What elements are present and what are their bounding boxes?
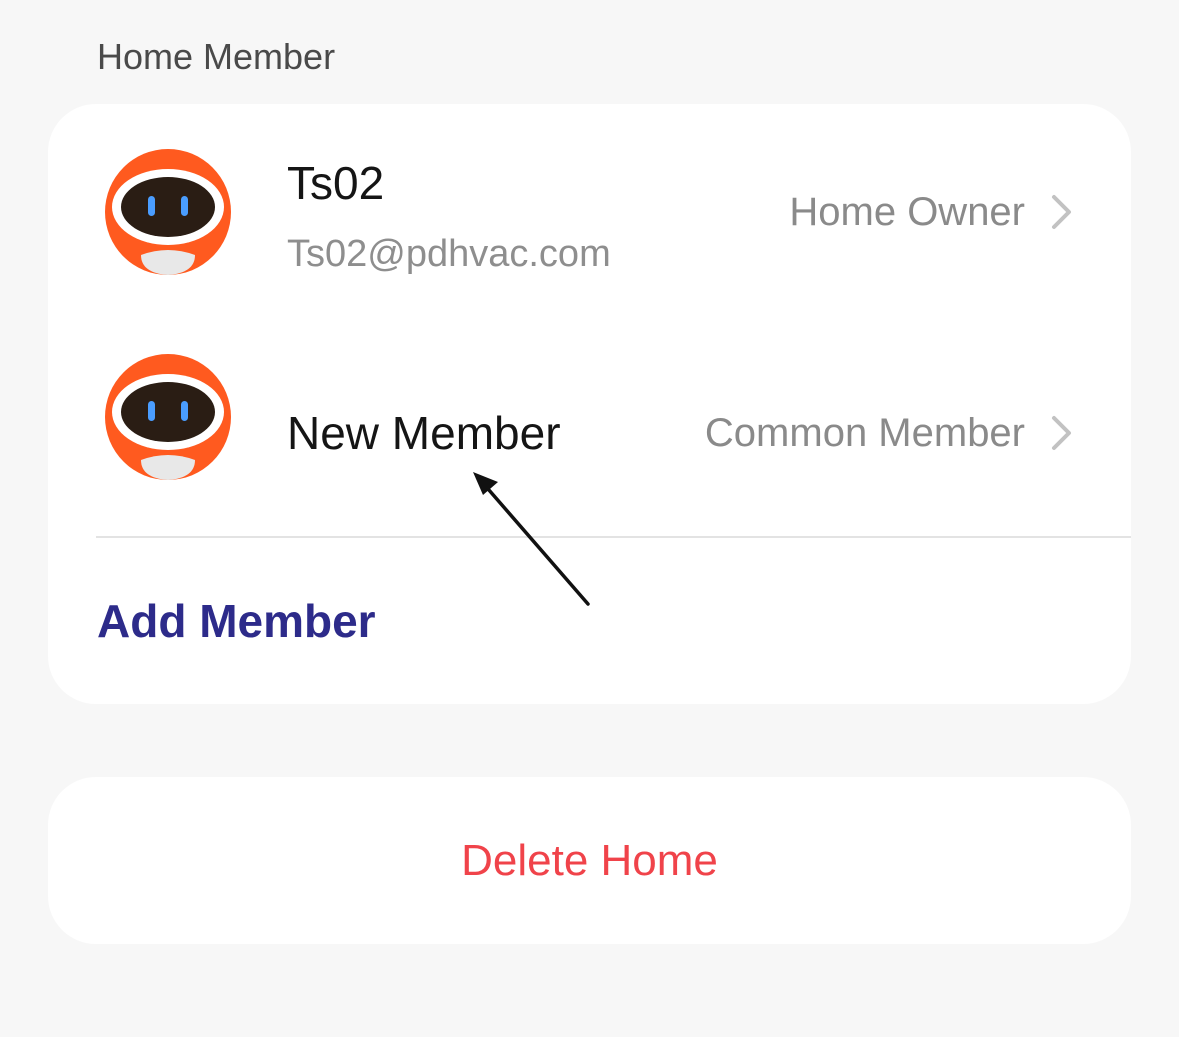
home-settings-page: Home Member Ts02 Ts02@pdhvac.com Home Ow… — [0, 0, 1179, 1037]
member-name: New Member — [287, 407, 561, 459]
member-name: Ts02 — [287, 157, 385, 209]
section-title: Home Member — [97, 36, 336, 77]
robot-avatar-icon — [105, 149, 231, 275]
delete-home-label: Delete Home — [461, 835, 718, 885]
delete-home-button[interactable]: Delete Home — [48, 777, 1131, 944]
member-row-owner[interactable]: Ts02 Ts02@pdhvac.com Home Owner — [48, 134, 1131, 314]
divider — [96, 536, 1131, 538]
add-member-button[interactable]: Add Member — [97, 594, 376, 648]
members-card: Ts02 Ts02@pdhvac.com Home Owner New Memb… — [48, 104, 1131, 704]
chevron-right-icon — [1052, 416, 1071, 450]
member-role: Home Owner — [789, 190, 1025, 234]
member-email: Ts02@pdhvac.com — [287, 233, 611, 275]
member-role-group[interactable]: Common Member — [705, 405, 1075, 461]
member-role-group[interactable]: Home Owner — [789, 184, 1075, 240]
member-role: Common Member — [704, 411, 1025, 455]
robot-avatar-icon — [105, 354, 231, 480]
chevron-right-icon — [1052, 195, 1071, 229]
member-row-common[interactable]: New Member Common Member — [48, 339, 1131, 519]
